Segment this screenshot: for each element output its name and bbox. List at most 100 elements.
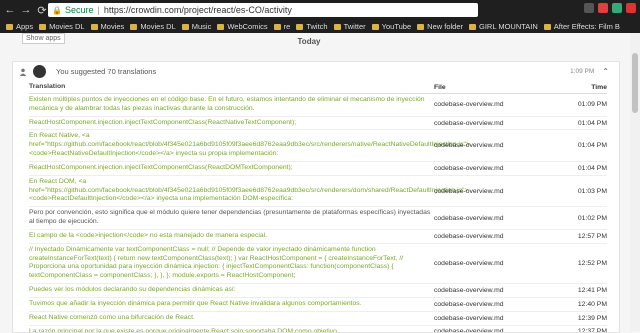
- table-row[interactable]: Existen múltiples puntos de inyecciones …: [29, 94, 607, 117]
- bookmark-item[interactable]: After Effects: Film B: [543, 22, 620, 31]
- folder-icon: [90, 23, 98, 30]
- table-row[interactable]: El campo de la <code>injection</code> no…: [29, 230, 607, 244]
- file-name: codebase-overview.md: [434, 286, 504, 294]
- folder-icon: [273, 23, 281, 30]
- translation-text[interactable]: ReactHostComponent.injection.injectTextC…: [29, 162, 431, 175]
- lock-icon: 🔒: [52, 5, 62, 15]
- translation-text[interactable]: Existen múltiples puntos de inyecciones …: [29, 94, 431, 116]
- file-name: codebase-overview.md: [434, 187, 504, 195]
- extension-icon[interactable]: [626, 3, 636, 13]
- bookmark-label: YouTube: [381, 22, 412, 31]
- bookmark-item[interactable]: GIRL MOUNTAIN: [469, 22, 538, 31]
- bookmark-item[interactable]: Movies: [90, 22, 125, 31]
- bookmark-item[interactable]: Movies DL: [39, 22, 85, 31]
- browser-chrome: ← → ⟳ 🔒 Secure | https://crowdin.com/pro…: [0, 0, 640, 33]
- table-row[interactable]: En React Native, <a href="https://github…: [29, 130, 607, 162]
- table-header: Translation File Time: [29, 81, 607, 94]
- bookmark-label: New folder: [427, 22, 464, 31]
- extension-icon[interactable]: [584, 3, 594, 13]
- file-name: codebase-overview.md: [434, 328, 504, 333]
- bookmark-item[interactable]: Apps: [6, 22, 33, 31]
- forward-arrow-icon[interactable]: →: [20, 4, 32, 17]
- translation-text[interactable]: Puedes ver los módulos declarando su dep…: [29, 284, 431, 297]
- bookmark-item[interactable]: YouTube: [371, 22, 412, 31]
- browser-nav: ← → ⟳: [4, 4, 48, 17]
- translation-text[interactable]: El campo de la <code>injection</code> no…: [29, 230, 431, 243]
- reload-icon[interactable]: ⟳: [36, 4, 48, 17]
- row-time: 01:02 PM: [577, 214, 607, 222]
- folder-icon: [181, 23, 189, 30]
- folder-icon: [371, 23, 379, 30]
- bookmark-item[interactable]: Twitter: [333, 22, 366, 31]
- bookmark-item[interactable]: Movies DL: [130, 22, 176, 31]
- bookmark-label: Movies DL: [140, 22, 176, 31]
- folder-icon: [6, 23, 13, 30]
- row-time: 01:04 PM: [577, 164, 607, 172]
- translation-text[interactable]: Tuvimos que añadir la inyección dinámica…: [29, 298, 431, 311]
- row-time: 01:03 PM: [577, 187, 607, 195]
- bookmark-label: After Effects: Film B: [553, 22, 620, 31]
- bookmark-label: GIRL MOUNTAIN: [479, 22, 538, 31]
- folder-icon: [469, 23, 477, 30]
- table-row[interactable]: La razón principal por la que existe es …: [29, 326, 607, 333]
- file-name: codebase-overview.md: [434, 142, 504, 150]
- row-time: 12:57 PM: [577, 232, 607, 240]
- column-translation: Translation: [29, 82, 66, 90]
- extension-icon[interactable]: [598, 3, 608, 13]
- column-file: File: [434, 83, 446, 91]
- address-bar[interactable]: 🔒 Secure | https://crowdin.com/project/r…: [48, 3, 478, 17]
- bookmark-label: Twitch: [306, 22, 328, 31]
- day-heading: Today: [297, 37, 321, 46]
- table-row[interactable]: Tuvimos que añadir la inyección dinámica…: [29, 298, 607, 312]
- file-name: codebase-overview.md: [434, 300, 504, 308]
- translation-text[interactable]: React Native comenzó como una bifurcació…: [29, 312, 431, 325]
- scrollbar-thumb[interactable]: [632, 53, 638, 113]
- folder-icon: [296, 23, 304, 30]
- file-name: codebase-overview.md: [434, 101, 504, 109]
- row-time: 01:04 PM: [577, 119, 607, 127]
- table-row[interactable]: En React DOM, <a href="https://github.co…: [29, 176, 607, 208]
- extension-icon[interactable]: [612, 3, 622, 13]
- url-text: https://crowdin.com/project/react/es-CO/…: [103, 5, 292, 15]
- page-scrollbar[interactable]: [630, 33, 640, 331]
- bookmark-label: Apps: [16, 22, 34, 31]
- bookmark-label: Movies: [100, 22, 125, 31]
- file-name: codebase-overview.md: [434, 314, 504, 322]
- bookmark-label: Movies DL: [49, 22, 85, 31]
- avatar: [33, 65, 46, 78]
- bookmark-item[interactable]: Twitch: [296, 22, 328, 31]
- row-time: 12:39 PM: [577, 314, 607, 322]
- activity-summary: You suggested 70 translations: [56, 67, 157, 76]
- table-row[interactable]: ReactHostComponent.injection.injectTextC…: [29, 117, 607, 131]
- back-arrow-icon[interactable]: ←: [4, 4, 16, 17]
- table-row[interactable]: React Native comenzó como una bifurcació…: [29, 312, 607, 326]
- table-row[interactable]: Pero por convención, esto significa que …: [29, 207, 607, 230]
- table-row[interactable]: Puedes ver los módulos declarando su dep…: [29, 284, 607, 298]
- translation-text[interactable]: En React DOM, <a href="https://github.co…: [29, 176, 468, 206]
- translation-text[interactable]: Pero por convención, esto significa que …: [29, 207, 431, 229]
- bookmark-item[interactable]: Music: [181, 22, 212, 31]
- file-name: codebase-overview.md: [434, 232, 504, 240]
- activity-card: You suggested 70 translations 1:09 PM ⌃ …: [12, 61, 620, 333]
- translation-text[interactable]: // Inyectado Dinámicamente var textCompo…: [29, 244, 431, 283]
- table-row[interactable]: // Inyectado Dinámicamente var textCompo…: [29, 244, 607, 285]
- table-row[interactable]: ReactHostComponent.injection.injectTextC…: [29, 162, 607, 176]
- file-name: codebase-overview.md: [434, 259, 504, 267]
- extensions: [584, 3, 636, 13]
- row-time: 01:09 PM: [577, 101, 607, 109]
- chevron-up-icon[interactable]: ⌃: [602, 67, 609, 76]
- translation-text[interactable]: En React Native, <a href="https://github…: [29, 130, 470, 160]
- translation-text[interactable]: La razón principal por la que existe es …: [29, 326, 431, 332]
- row-time: 01:04 PM: [577, 142, 607, 150]
- activity-header[interactable]: You suggested 70 translations 1:09 PM ⌃: [13, 62, 619, 81]
- bookmark-item[interactable]: re: [273, 22, 290, 31]
- row-time: 12:40 PM: [577, 300, 607, 308]
- folder-icon: [543, 23, 551, 30]
- bookmark-item[interactable]: WebComics: [217, 22, 268, 31]
- bookmark-label: Music: [191, 22, 212, 31]
- row-time: 12:52 PM: [577, 259, 607, 267]
- bookmark-item[interactable]: New folder: [417, 22, 463, 31]
- folder-icon: [217, 23, 225, 30]
- row-time: 12:37 PM: [577, 328, 607, 333]
- translation-text[interactable]: ReactHostComponent.injection.injectTextC…: [29, 117, 431, 130]
